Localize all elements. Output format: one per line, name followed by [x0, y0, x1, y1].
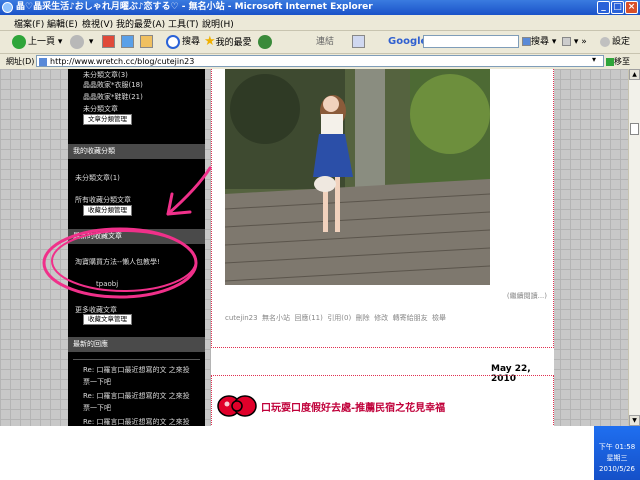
address-label: 網址(D) [6, 57, 35, 66]
blog-post: (繼續閱讀...) cutejin23 無名小站 回應(11) 引用(0) 刪除… [211, 69, 554, 348]
post-forward-link[interactable]: 轉寄給朋友 [393, 314, 428, 322]
maximize-button[interactable]: □ [611, 1, 624, 14]
category-item[interactable]: 未分類文章(3) [83, 70, 128, 80]
settings-button[interactable]: 設定 [600, 34, 630, 50]
reply-item[interactable]: Re: 口羅言口最近想寫的文 之來投 [83, 365, 190, 375]
menu-view[interactable]: 檢視(V) [82, 17, 113, 30]
read-more-link[interactable]: (繼續閱讀...) [507, 291, 547, 301]
go-arrow-icon [606, 57, 614, 66]
address-bar: 網址(D) http://www.wretch.cc/blog/cutejin2… [0, 54, 640, 70]
reply-item[interactable]: Re: 口羅言口最近想寫的文 之來投 [83, 391, 190, 401]
home-button[interactable] [140, 34, 153, 50]
recent-favorite-manage-button[interactable]: 收藏文章管理 [83, 314, 132, 325]
page-viewport[interactable]: 未分類文章(3) 晶晶敗家*衣服(18) 晶晶敗家*鞋鞋(21) 未分類文章 文… [0, 69, 628, 426]
menu-favorites[interactable]: 我的最愛(A) [116, 17, 165, 30]
scroll-down-button[interactable]: ▼ [629, 415, 640, 426]
forward-button[interactable]: ▾ [70, 34, 93, 50]
recent-favorites-header: 最新的收藏文章 [68, 229, 205, 244]
search-button[interactable]: 搜尋 [166, 34, 200, 50]
toolbar: 上一頁 ▾ ▾ 搜尋 ★我的最愛 連結 Google 搜尋 ▾ ▾ » 設定 [0, 31, 640, 54]
hello-kitty-bow-icon [217, 395, 257, 417]
reply-item[interactable]: Re: 口羅言口最近想寫的文 之來投 [83, 417, 190, 426]
favorites-header: 我的收藏分類 [68, 144, 205, 159]
menu-file[interactable]: 檔案(F) [14, 17, 44, 30]
category-item[interactable]: 晶晶敗家*鞋鞋(21) [83, 92, 143, 102]
scroll-thumb[interactable] [630, 123, 639, 135]
favorites-button[interactable]: ★我的最愛 [204, 34, 252, 50]
history-button[interactable] [258, 34, 274, 50]
system-tray-clock[interactable]: 下午 01:58 星期三 2010/5/26 [594, 426, 640, 480]
recent-replies-header: 最新的回應 [68, 337, 205, 352]
refresh-icon [121, 35, 134, 48]
tray-time: 下午 01:58 [598, 443, 636, 451]
stop-icon [102, 35, 115, 48]
reply-item[interactable]: 票一下吧 [83, 403, 111, 413]
tray-date: 2010/5/26 [599, 465, 635, 473]
star-icon: ★ [204, 34, 216, 49]
window-titlebar: 晶♡晶采生活♪おしゃれ月曜ぶ♪恋する♡ - 無名小站 - Microsoft I… [0, 0, 640, 15]
minimize-button[interactable]: _ [597, 1, 610, 14]
menu-tools[interactable]: 工具(T) [168, 17, 199, 30]
forward-arrow-icon [70, 34, 84, 49]
post-delete-link[interactable]: 刪除 [356, 314, 370, 322]
messenger-button[interactable] [352, 34, 365, 50]
back-arrow-icon [12, 34, 26, 49]
blog-post: 口玩耍口度假好去處-推薦民宿之花見幸福 [211, 375, 554, 426]
google-search-input[interactable] [423, 35, 519, 48]
links-label[interactable]: 連結 [316, 34, 334, 50]
menu-help[interactable]: 說明(H) [202, 17, 234, 30]
window-title: 晶♡晶采生活♪おしゃれ月曜ぶ♪恋する♡ - 無名小站 - Microsoft I… [16, 2, 373, 12]
google-search-icon [522, 37, 531, 46]
google-tools[interactable]: ▾ » [562, 34, 587, 50]
messenger-icon [352, 35, 365, 48]
post-meta: cutejin23 無名小站 回應(11) 引用(0) 刪除 修改 轉寄給朋友 … [225, 313, 446, 323]
taskbar [0, 426, 640, 480]
google-logo: Google [388, 36, 428, 47]
vertical-scrollbar[interactable]: ▲ ▼ [628, 69, 640, 426]
recent-favorite-item[interactable]: 淘寶購買方法--懶人包教學! [75, 257, 160, 267]
category-item[interactable]: 晶晶敗家*衣服(18) [83, 80, 143, 90]
category-item[interactable]: 未分類文章 [83, 104, 118, 114]
divider [73, 359, 200, 360]
post-photo[interactable] [225, 69, 490, 285]
address-dropdown[interactable]: ▾ [592, 55, 596, 64]
history-icon [258, 34, 272, 49]
favorite-manage-button[interactable]: 收藏分類管理 [83, 205, 132, 216]
favorite-item[interactable]: 未分類文章(1) [75, 173, 120, 183]
post-author-link[interactable]: cutejin23 [225, 314, 258, 322]
blog-sidebar: 未分類文章(3) 晶晶敗家*衣服(18) 晶晶敗家*鞋鞋(21) 未分類文章 文… [68, 69, 205, 426]
close-button[interactable]: × [625, 1, 638, 14]
google-tool-icon [562, 37, 571, 46]
page-icon [39, 58, 47, 66]
refresh-button[interactable] [121, 34, 134, 50]
search-icon [166, 34, 180, 49]
post-site-link[interactable]: 無名小站 [262, 314, 290, 322]
category-manage-button[interactable]: 文章分類管理 [83, 114, 132, 125]
menu-edit[interactable]: 編輯(E) [47, 17, 78, 30]
tray-weekday: 星期三 [606, 454, 628, 462]
ie-icon [2, 2, 13, 13]
post-report-link[interactable]: 檢舉 [432, 314, 446, 322]
favorite-all-link[interactable]: 所有收藏分類文章 [75, 195, 131, 205]
photo-scene [225, 69, 490, 285]
settings-icon [600, 36, 610, 47]
address-input[interactable]: http://www.wretch.cc/blog/cutejin23 [36, 55, 604, 67]
post-title-link[interactable]: 口玩耍口度假好去處-推薦民宿之花見幸福 [261, 399, 445, 414]
recent-favorite-author[interactable]: tpaobj [96, 280, 118, 288]
stop-button[interactable] [102, 34, 115, 50]
post-edit-link[interactable]: 修改 [374, 314, 388, 322]
back-button[interactable]: 上一頁 ▾ [12, 34, 62, 50]
home-icon [140, 35, 153, 48]
google-search-button[interactable]: 搜尋 ▾ [522, 34, 556, 50]
post-comments-link[interactable]: 回應(11) [294, 314, 322, 322]
scroll-up-button[interactable]: ▲ [629, 69, 640, 80]
go-button[interactable]: 移至 [606, 56, 630, 67]
reply-item[interactable]: 票一下吧 [83, 377, 111, 387]
menu-bar: 檔案(F) 編輯(E) 檢視(V) 我的最愛(A) 工具(T) 說明(H) [0, 15, 640, 31]
blog-main: (繼續閱讀...) cutejin23 無名小站 回應(11) 引用(0) 刪除… [211, 69, 554, 426]
post-trackback-link[interactable]: 引用(0) [327, 314, 351, 322]
